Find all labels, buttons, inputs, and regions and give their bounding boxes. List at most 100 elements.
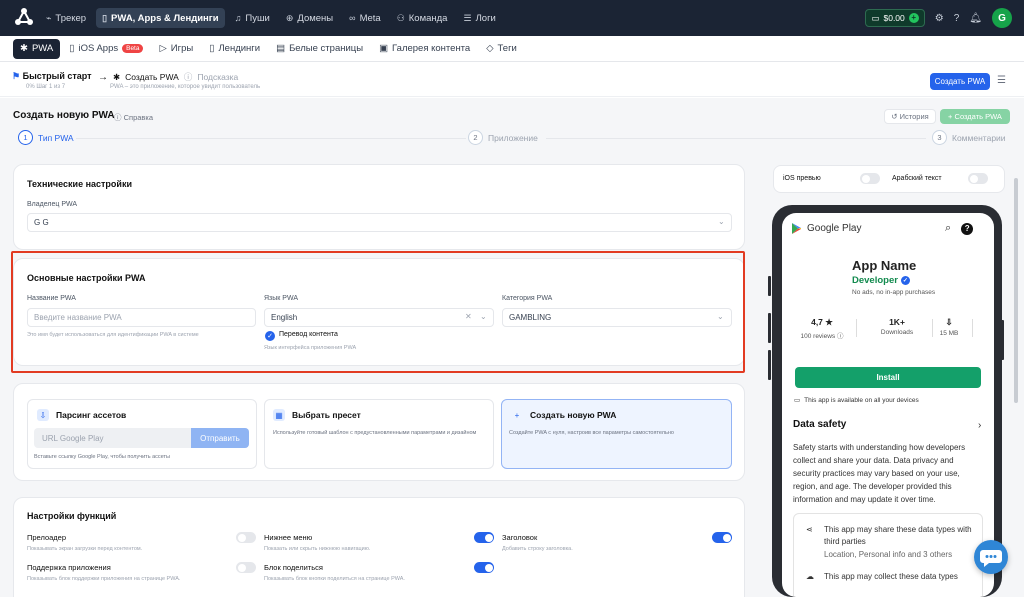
tab-ios-apps[interactable]: ▯ iOS Apps Beta [62,39,150,59]
phone-button [768,350,771,380]
nav-team[interactable]: ⚇ Команда [391,8,454,28]
bottom-menu-toggle[interactable] [474,532,494,543]
data-safety-box: ⋖ This app may share these data types wi… [793,513,983,597]
notifications-icon[interactable]: 🔔︎ [969,13,982,24]
globe-icon: ⊕ [285,12,294,23]
plus-icon: + [948,112,953,121]
tech-settings-title: Технические настройки [27,179,132,189]
arabic-text-toggle[interactable] [968,173,988,184]
tab-gallery[interactable]: ▣ Галерея контента [372,39,477,59]
phone-icon: ▯ [102,12,108,23]
tab-tags[interactable]: ◇ Теги [479,39,524,59]
tab-white-pages[interactable]: ▤ Белые страницы [269,39,370,59]
step-line [546,138,926,139]
breadcrumb: → ✱ Создать PWA ⓘ Подсказка [98,71,239,83]
data-safety-heading[interactable]: Data safety [793,419,846,430]
option-title: Выбрать пресет [292,410,361,420]
feature-desc: Добавить строку заголовка. [502,546,573,552]
flag-icon: ⚑ [12,71,21,81]
phone-icon: ▯ [69,43,75,54]
page-icon: ▯ [209,43,215,54]
nav-logs[interactable]: ☰ Логи [457,8,501,28]
create-pwa-header-button[interactable]: Создать PWA [930,73,990,90]
step-1[interactable]: 1 Тип PWA [18,130,74,145]
hint-subtitle: PWA – это приложение, которое увидит пол… [110,84,261,90]
android-icon: ✱ [113,71,121,82]
meta-icon: ∞ [349,13,356,23]
step-3[interactable]: 3 Комментарии [932,130,1006,145]
onboarding-bar: ⚑ Быстрый старт 0% Шаг 1 из 7 → ✱ Создат… [0,63,1024,97]
search-icon[interactable]: ⌕ [945,222,951,235]
main-nav: ⌁ Трекер ▯ PWA, Apps & Лендинги ♫ Пуши ⊕ Дом… [40,8,502,28]
verified-icon: ✓ [900,276,910,285]
chevron-down-icon: ⌄ [718,217,725,226]
owner-select[interactable]: G G [27,213,732,232]
availability-note: ▭ This app is available on all your devic… [794,396,919,405]
settings-icon[interactable]: ⚙ [935,13,944,24]
logo-icon[interactable] [14,7,34,27]
nav-domains[interactable]: ⊕ Домены [280,8,339,28]
play-icon: ▷ [159,43,167,54]
topbar-actions: ▭ $0.00 + ⚙ ? 🔔︎ G [865,8,1012,28]
tab-games[interactable]: ▷ Игры [152,39,200,59]
gallery-icon: ▣ [379,43,389,54]
option-title: Создать новую PWA [530,410,617,420]
install-button[interactable]: Install [795,367,981,388]
menu-icon[interactable]: ☰ [997,75,1006,86]
chart-icon: ⌁ [46,12,52,23]
android-icon: ✱ [20,43,28,54]
chevron-right-icon[interactable]: › [978,420,981,431]
preset-icon: ▦ [273,409,285,421]
ios-preview-label: iOS превью [783,175,821,182]
nav-push[interactable]: ♫ Пуши [229,8,276,28]
share-data-sub: Location, Personal info and 3 others [824,550,953,559]
tab-landings[interactable]: ▯ Лендинги [202,39,267,59]
devices-icon: ▭ [794,397,801,404]
developer-name: Developer ✓ [852,275,910,286]
wallet-icon: ▭ [871,12,880,23]
list-icon: ☰ [463,12,472,23]
url-form: URL Google Play Отправить [34,428,249,448]
feature-desc: Показывать блок поддержки приложения на … [27,576,181,582]
history-button[interactable]: ↺ История [884,109,936,124]
document-icon: ▤ [276,43,286,54]
send-button[interactable]: Отправить [191,428,249,448]
create-pwa-button[interactable]: + Создать PWA [940,109,1010,124]
download-size-icon: ⇩ [945,317,953,327]
header-toggle[interactable] [712,532,732,543]
help-icon: ⓘ [114,113,122,122]
add-funds-icon[interactable]: + [908,13,919,23]
beta-badge: Beta [122,44,144,53]
info-icon: ⓘ [183,72,193,82]
phone-screen: Google Play ⌕ ? App Name Developer ✓ No a… [782,213,994,597]
quick-start[interactable]: ⚑ Быстрый старт [12,71,92,82]
downloads-stat: 1K+ Downloads [880,317,914,336]
avatar[interactable]: G [992,8,1012,28]
tab-pwa[interactable]: ✱ PWA [13,38,61,59]
rating-stat: 4,7 ★ 100 reviews ⓘ [800,317,844,340]
divider [972,319,973,337]
app-support-toggle[interactable] [236,562,256,573]
size-stat: ⇩ 15 MB [919,317,979,337]
google-play-header: Google Play [792,223,861,234]
ios-preview-toggle[interactable] [860,173,880,184]
nav-tracker[interactable]: ⌁ Трекер [40,8,92,28]
app-name: App Name [852,258,917,273]
help-icon[interactable]: ? [954,13,960,24]
help-link[interactable]: ⓘ Справка [114,112,153,123]
help-icon[interactable]: ? [961,222,974,235]
features-title: Настройки функций [27,511,117,521]
google-play-url-input[interactable]: URL Google Play [34,428,191,448]
store-actions: ⌕ ? [945,222,974,235]
share-data-title: This app may share these data types with… [824,525,972,546]
nav-meta[interactable]: ∞ Meta [343,8,387,28]
option-title: Парсинг ассетов [56,410,127,420]
preview-scrollbar[interactable] [1014,178,1018,403]
balance-widget[interactable]: ▭ $0.00 + [865,9,925,27]
preloader-toggle[interactable] [236,532,256,543]
share-block-toggle[interactable] [474,562,494,573]
chat-button[interactable] [974,540,1008,574]
bell-icon: ♫ [234,13,242,23]
nav-pwa-apps[interactable]: ▯ PWA, Apps & Лендинги [96,8,225,28]
step-2[interactable]: 2 Приложение [468,130,538,145]
